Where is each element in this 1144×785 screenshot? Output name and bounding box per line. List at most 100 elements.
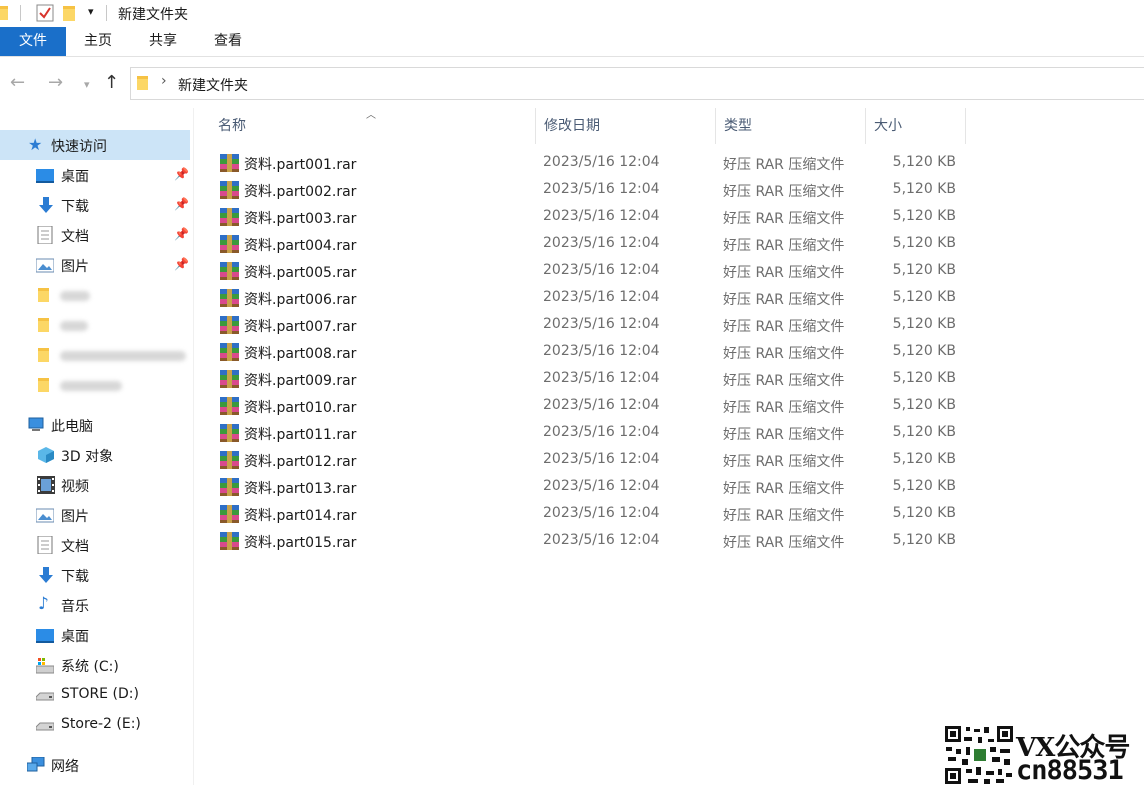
sidebar-item-desktop[interactable]: 桌面 📌	[0, 160, 190, 190]
rar-archive-icon	[220, 532, 239, 550]
folder-icon	[38, 288, 49, 302]
sidebar-item-desktop[interactable]: 桌面	[0, 620, 190, 650]
file-date: 2023/5/16 12:04	[543, 424, 660, 440]
sidebar-item-label: Store-2 (E:)	[61, 716, 141, 732]
file-row[interactable]: 资料.part014.rar 2023/5/16 12:04 好压 RAR 压缩文件…	[210, 501, 970, 528]
file-size: 5,120 KB	[892, 235, 956, 251]
file-size: 5,120 KB	[892, 397, 956, 413]
file-row[interactable]: 资料.part004.rar 2023/5/16 12:04 好压 RAR 压缩文件…	[210, 231, 970, 258]
star-icon: ★	[28, 135, 43, 154]
file-row[interactable]: 资料.part008.rar 2023/5/16 12:04 好压 RAR 压缩文件…	[210, 339, 970, 366]
file-row[interactable]: 资料.part002.rar 2023/5/16 12:04 好压 RAR 压缩文件…	[210, 177, 970, 204]
breadcrumb-chevron-icon[interactable]: ›	[161, 73, 167, 89]
file-row[interactable]: 资料.part003.rar 2023/5/16 12:04 好压 RAR 压缩文件…	[210, 204, 970, 231]
drive-icon	[36, 722, 54, 731]
sidebar-item-redacted-folder[interactable]	[0, 310, 190, 340]
qa-separator	[20, 5, 21, 21]
back-arrow-icon[interactable]: ←	[10, 72, 25, 93]
pin-icon[interactable]: 📌	[174, 227, 189, 241]
pin-icon[interactable]: 📌	[174, 197, 189, 211]
sidebar-item-documents[interactable]: 文档 📌	[0, 220, 190, 250]
drive-icon	[36, 692, 54, 701]
folder-icon	[38, 318, 49, 332]
file-name: 资料.part010.rar	[244, 400, 357, 416]
column-header-type[interactable]: 类型	[716, 108, 866, 144]
sidebar-item-label: 3D 对象	[61, 449, 114, 465]
file-date: 2023/5/16 12:04	[543, 505, 660, 521]
tab-home[interactable]: 主页	[66, 27, 130, 56]
file-row[interactable]: 资料.part012.rar 2023/5/16 12:04 好压 RAR 压缩文件…	[210, 447, 970, 474]
file-row[interactable]: 资料.part013.rar 2023/5/16 12:04 好压 RAR 压缩文件…	[210, 474, 970, 501]
rar-archive-icon	[220, 235, 239, 253]
file-type: 好压 RAR 压缩文件	[723, 157, 845, 173]
sidebar-item-videos[interactable]: 视频	[0, 470, 190, 500]
file-size: 5,120 KB	[892, 370, 956, 386]
sidebar-item-label: 桌面	[61, 169, 89, 185]
music-icon: ♪	[38, 594, 49, 614]
file-date: 2023/5/16 12:04	[543, 343, 660, 359]
file-date: 2023/5/16 12:04	[543, 181, 660, 197]
sidebar-item-quick-access[interactable]: ★ 快速访问	[0, 130, 190, 160]
sidebar-item-redacted-folder[interactable]	[0, 280, 190, 310]
file-row[interactable]: 资料.part011.rar 2023/5/16 12:04 好压 RAR 压缩文件…	[210, 420, 970, 447]
sidebar-item-label: 视频	[61, 479, 89, 495]
sidebar-item-network[interactable]: 网络	[0, 750, 190, 780]
properties-icon[interactable]	[36, 4, 54, 22]
sidebar-item-label: 此电脑	[51, 419, 93, 435]
sidebar-item-downloads[interactable]: 下载 📌	[0, 190, 190, 220]
sidebar-item-3d-objects[interactable]: 3D 对象	[0, 440, 190, 470]
new-folder-icon[interactable]	[62, 4, 76, 22]
file-row[interactable]: 资料.part007.rar 2023/5/16 12:04 好压 RAR 压缩文件…	[210, 312, 970, 339]
recent-locations-chevron-icon[interactable]: ▾	[84, 78, 90, 91]
sidebar-item-documents[interactable]: 文档	[0, 530, 190, 560]
address-bar[interactable]: › 新建文件夹	[130, 67, 1144, 100]
file-name: 资料.part013.rar	[244, 481, 357, 497]
sidebar-item-this-pc[interactable]: 此电脑	[0, 410, 190, 440]
file-row[interactable]: 资料.part006.rar 2023/5/16 12:04 好压 RAR 压缩文件…	[210, 285, 970, 312]
column-header-name[interactable]: 名称	[210, 108, 536, 144]
column-header-size[interactable]: 大小	[866, 108, 966, 144]
network-icon	[27, 757, 45, 772]
sidebar-item-drive-d[interactable]: STORE (D:)	[0, 680, 190, 710]
sidebar-item-music[interactable]: ♪ 音乐	[0, 590, 190, 620]
file-name: 资料.part015.rar	[244, 535, 357, 551]
file-name: 资料.part005.rar	[244, 265, 357, 281]
tab-view[interactable]: 查看	[196, 27, 260, 56]
title-bar: ▾ 新建文件夹	[0, 0, 1144, 27]
file-size: 5,120 KB	[892, 451, 956, 467]
file-type: 好压 RAR 压缩文件	[723, 346, 845, 362]
rar-archive-icon	[220, 262, 239, 280]
sidebar-item-label: 下载	[61, 199, 89, 215]
file-row[interactable]: 资料.part005.rar 2023/5/16 12:04 好压 RAR 压缩文件…	[210, 258, 970, 285]
file-name: 资料.part006.rar	[244, 292, 357, 308]
pin-icon[interactable]: 📌	[174, 167, 189, 181]
folder-icon[interactable]	[0, 5, 10, 21]
up-arrow-icon[interactable]: ↑	[104, 72, 119, 93]
file-name: 资料.part014.rar	[244, 508, 357, 524]
tab-file[interactable]: 文件	[0, 27, 66, 56]
sidebar-item-downloads[interactable]: 下载	[0, 560, 190, 590]
file-row[interactable]: 资料.part015.rar 2023/5/16 12:04 好压 RAR 压缩文件…	[210, 528, 970, 555]
sidebar-item-drive-c[interactable]: 系统 (C:)	[0, 650, 190, 680]
file-size: 5,120 KB	[892, 181, 956, 197]
file-row[interactable]: 资料.part001.rar 2023/5/16 12:04 好压 RAR 压缩文件…	[210, 150, 970, 177]
pin-icon[interactable]: 📌	[174, 257, 189, 271]
file-date: 2023/5/16 12:04	[543, 154, 660, 170]
forward-arrow-icon[interactable]: →	[48, 72, 63, 93]
column-header-date[interactable]: 修改日期	[536, 108, 716, 144]
breadcrumb-current[interactable]: 新建文件夹	[178, 75, 248, 95]
sidebar-item-pictures[interactable]: 图片	[0, 500, 190, 530]
file-row[interactable]: 资料.part009.rar 2023/5/16 12:04 好压 RAR 压缩文件…	[210, 366, 970, 393]
sidebar-item-drive-e[interactable]: Store-2 (E:)	[0, 710, 190, 740]
file-name: 资料.part002.rar	[244, 184, 357, 200]
file-row[interactable]: 资料.part010.rar 2023/5/16 12:04 好压 RAR 压缩文件…	[210, 393, 970, 420]
sidebar-item-redacted-folder[interactable]	[0, 340, 190, 370]
file-date: 2023/5/16 12:04	[543, 478, 660, 494]
sidebar-item-pictures[interactable]: 图片 📌	[0, 250, 190, 280]
tab-share[interactable]: 共享	[130, 27, 196, 56]
file-size: 5,120 KB	[892, 505, 956, 521]
rar-archive-icon	[220, 478, 239, 496]
chevron-down-icon[interactable]: ▾	[88, 5, 94, 18]
sidebar-item-redacted-folder[interactable]	[0, 370, 190, 400]
file-type: 好压 RAR 压缩文件	[723, 184, 845, 200]
